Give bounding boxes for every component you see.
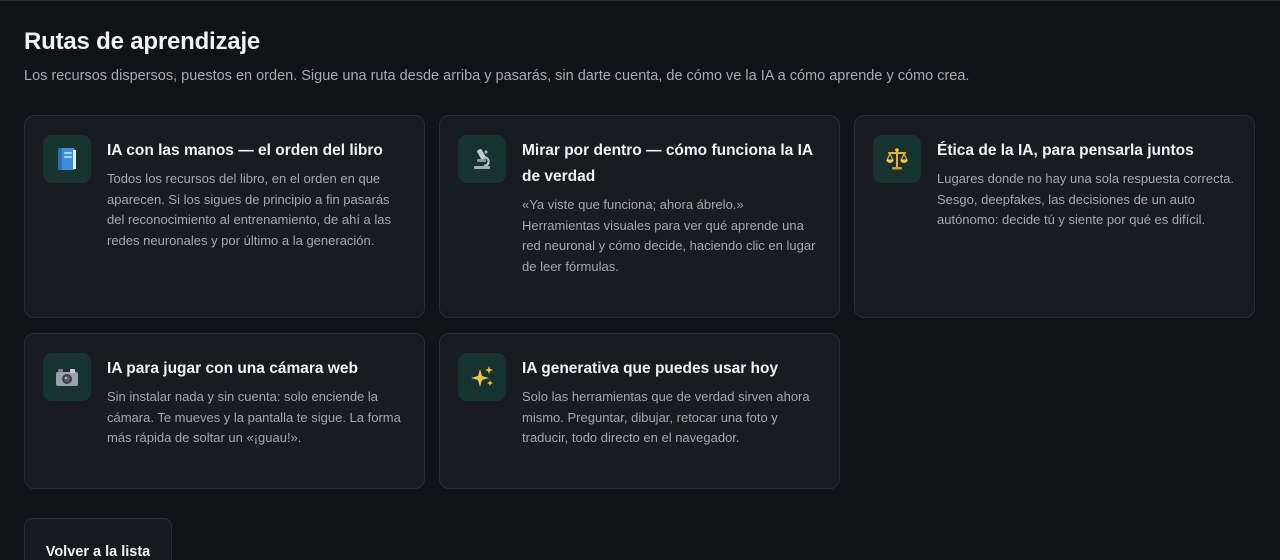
balance-scale-icon: [873, 135, 921, 183]
card-title: Mirar por dentro — cómo funciona la IA d…: [522, 142, 813, 185]
card-title: IA con las manos — el orden del libro: [107, 142, 383, 159]
camera-icon: [43, 353, 91, 401]
card-description: Solo las herramientas que de verdad sirv…: [522, 389, 810, 445]
card-title: Ética de la IA, para pensarla juntos: [937, 142, 1194, 159]
sparkles-icon: [458, 353, 506, 401]
page-title: Rutas de aprendizaje: [24, 28, 261, 55]
card-description: Lugares donde no hay una sola respuesta …: [937, 171, 1235, 227]
card-title: IA para jugar con una cámara web: [107, 360, 358, 377]
path-card-look-inside[interactable]: Mirar por dentro — cómo funciona la IA d…: [439, 115, 840, 318]
learning-paths-page: Rutas de aprendizaje Los recursos disper…: [0, 0, 1280, 560]
path-card-generative[interactable]: IA generativa que puedes usar hoy Solo l…: [439, 333, 840, 489]
card-title: IA generativa que puedes usar hoy: [522, 360, 779, 377]
book-icon: [43, 135, 91, 183]
card-body: IA para jugar con una cámara web Sin ins…: [107, 353, 406, 488]
path-card-book-order[interactable]: IA con las manos — el orden del libro To…: [24, 115, 425, 318]
card-body: Ética de la IA, para pensarla juntos Lug…: [937, 135, 1236, 317]
card-description: Sin instalar nada y sin cuenta: solo enc…: [107, 389, 401, 445]
card-description: «Ya viste que funciona; ahora ábrelo.» H…: [522, 197, 816, 274]
card-body: Mirar por dentro — cómo funciona la IA d…: [522, 135, 821, 317]
card-body: IA con las manos — el orden del libro To…: [107, 135, 406, 317]
card-description: Todos los recursos del libro, en el orde…: [107, 171, 392, 248]
page-subtitle: Los recursos dispersos, puestos en orden…: [24, 68, 970, 84]
card-body: IA generativa que puedes usar hoy Solo l…: [522, 353, 821, 488]
path-card-ethics[interactable]: Ética de la IA, para pensarla juntos Lug…: [854, 115, 1255, 318]
back-to-list-button[interactable]: Volver a la lista: [24, 518, 172, 560]
path-card-webcam[interactable]: IA para jugar con una cámara web Sin ins…: [24, 333, 425, 489]
paths-grid: IA con las manos — el orden del libro To…: [24, 115, 1256, 489]
microscope-icon: [458, 135, 506, 183]
